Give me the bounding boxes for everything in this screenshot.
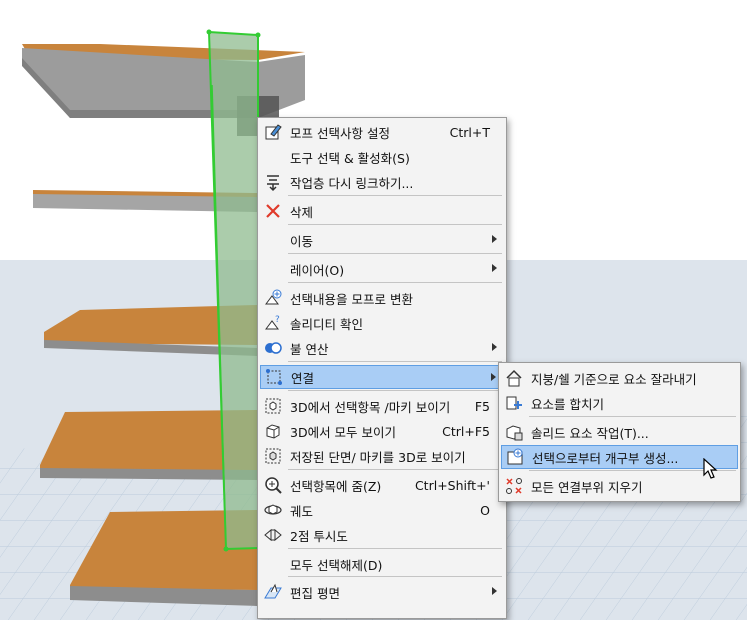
- context-menu-item-5[interactable]: 레이어(O): [260, 257, 504, 281]
- menu-item-shortcut: Ctrl+T: [449, 124, 490, 140]
- connect-submenu: 지붕/쉘 기준으로 요소 잘라내기 요소를 합치기 솔리드 요소 작업(T)... 선…: [498, 362, 741, 502]
- connect-icon: [264, 367, 284, 387]
- submenu-arrow-icon: [492, 587, 497, 595]
- menu-item-label: 모프 선택사항 설정: [290, 125, 390, 141]
- menu-separator: [288, 224, 502, 225]
- menu-item-label: 지붕/쉘 기준으로 요소 잘라내기: [531, 371, 697, 387]
- submenu-arrow-icon: [491, 373, 496, 381]
- menu-item-label: 궤도: [290, 503, 314, 519]
- menu-item-label: 레이어(O): [290, 262, 345, 278]
- menu-item-label: 편집 평면: [290, 585, 340, 601]
- menu-separator: [288, 390, 502, 391]
- convert-to-morph-icon: [263, 288, 283, 308]
- connect-submenu-item-2[interactable]: 솔리드 요소 작업(T)...: [501, 420, 738, 444]
- menu-item-shortcut: Ctrl+Shift+': [414, 477, 490, 493]
- relink-story-icon: [263, 172, 283, 192]
- orbit-icon: [263, 500, 283, 520]
- menu-item-label: 3D에서 모두 보이기: [290, 424, 397, 440]
- empty-icon-slot: [263, 230, 283, 250]
- context-menu-item-15[interactable]: 2점 투시도: [260, 523, 504, 547]
- show-selection-3d-icon: [263, 396, 283, 416]
- menu-item-label: 솔리드 요소 작업(T)...: [531, 425, 649, 441]
- context-menu-item-2[interactable]: 작업층 다시 링크하기...: [260, 170, 504, 194]
- context-menu-item-6[interactable]: 선택내용을 모프로 변환: [260, 286, 504, 310]
- menu-item-label: 연결: [291, 370, 315, 386]
- context-menu-item-1[interactable]: 도구 선택 & 활성화(S): [260, 145, 504, 169]
- two-point-perspective-icon: [263, 525, 283, 545]
- menu-item-shortcut: O: [480, 502, 490, 518]
- menu-item-label: 3D에서 선택항목 /마키 보이기: [290, 399, 451, 415]
- context-menu-item-9[interactable]: 연결: [260, 365, 504, 389]
- connect-submenu-item-1[interactable]: 요소를 합치기: [501, 391, 738, 415]
- menu-separator: [288, 361, 502, 362]
- context-menu-item-4[interactable]: 이동: [260, 228, 504, 252]
- check-solidity-icon: ?: [263, 313, 283, 333]
- remove-connections-icon: [504, 476, 524, 496]
- empty-icon-slot: [263, 259, 283, 279]
- context-menu-item-14[interactable]: 궤도 O: [260, 498, 504, 522]
- menu-separator: [288, 195, 502, 196]
- create-opening-icon: [505, 447, 525, 467]
- context-menu-item-7[interactable]: ? 솔리디티 확인: [260, 311, 504, 335]
- empty-icon-slot: [263, 147, 283, 167]
- menu-item-label: 2점 투시도: [290, 528, 348, 544]
- empty-icon-slot: [263, 554, 283, 574]
- context-menu-item-17[interactable]: 편집 평면: [260, 580, 504, 604]
- context-menu-item-0[interactable]: 모프 선택사항 설정 Ctrl+T: [260, 120, 504, 144]
- merge-elements-icon: [504, 393, 524, 413]
- menu-item-label: 불 연산: [290, 341, 329, 357]
- mouse-cursor-icon: [703, 458, 718, 479]
- solid-operations-icon: [504, 422, 524, 442]
- menu-item-label: 선택항목에 줌(Z): [290, 478, 382, 494]
- menu-item-label: 저장된 단면/ 마키를 3D로 보이기: [290, 449, 466, 465]
- delete-icon: [263, 201, 283, 221]
- trim-roof-icon: [504, 368, 524, 388]
- submenu-arrow-icon: [492, 343, 497, 351]
- context-menu-item-3[interactable]: 삭제: [260, 199, 504, 223]
- submenu-arrow-icon: [492, 264, 497, 272]
- connect-submenu-item-0[interactable]: 지붕/쉘 기준으로 요소 잘라내기: [501, 366, 738, 390]
- menu-separator: [288, 576, 502, 577]
- context-menu-item-11[interactable]: 3D에서 모두 보이기 Ctrl+F5: [260, 419, 504, 443]
- menu-item-label: 도구 선택 & 활성화(S): [290, 150, 410, 166]
- show-all-3d-icon: [263, 421, 283, 441]
- saved-cut-3d-icon: [263, 446, 283, 466]
- edit-plane-icon: [263, 582, 283, 602]
- menu-item-label: 작업층 다시 링크하기...: [290, 175, 414, 191]
- menu-item-shortcut: Ctrl+F5: [442, 423, 490, 439]
- menu-item-label: 삭제: [290, 204, 314, 220]
- menu-item-label: 이동: [290, 233, 314, 249]
- menu-separator: [529, 416, 736, 417]
- menu-separator: [288, 253, 502, 254]
- context-menu: 모프 선택사항 설정 Ctrl+T 도구 선택 & 활성화(S) 작업층 다시 링크하…: [257, 117, 507, 619]
- morph-settings-icon: [263, 122, 283, 142]
- context-menu-item-13[interactable]: 선택항목에 줌(Z) Ctrl+Shift+': [260, 473, 504, 497]
- context-menu-item-12[interactable]: 저장된 단면/ 마키를 3D로 보이기: [260, 444, 504, 468]
- menu-separator: [288, 282, 502, 283]
- context-menu-item-16[interactable]: 모두 선택해제(D): [260, 552, 504, 576]
- menu-separator: [288, 469, 502, 470]
- svg-text:?: ?: [275, 315, 280, 325]
- menu-item-label: 요소를 합치기: [531, 396, 604, 412]
- submenu-arrow-icon: [492, 235, 497, 243]
- context-menu-item-10[interactable]: 3D에서 선택항목 /마키 보이기 F5: [260, 394, 504, 418]
- boolean-icon: [263, 338, 283, 358]
- zoom-selection-icon: [263, 475, 283, 495]
- menu-item-label: 모두 선택해제(D): [290, 557, 383, 573]
- menu-item-shortcut: F5: [474, 398, 490, 414]
- context-menu-item-8[interactable]: 불 연산: [260, 336, 504, 360]
- menu-separator: [288, 548, 502, 549]
- menu-item-label: 솔리디티 확인: [290, 316, 363, 332]
- menu-item-label: 선택내용을 모프로 변환: [290, 291, 413, 307]
